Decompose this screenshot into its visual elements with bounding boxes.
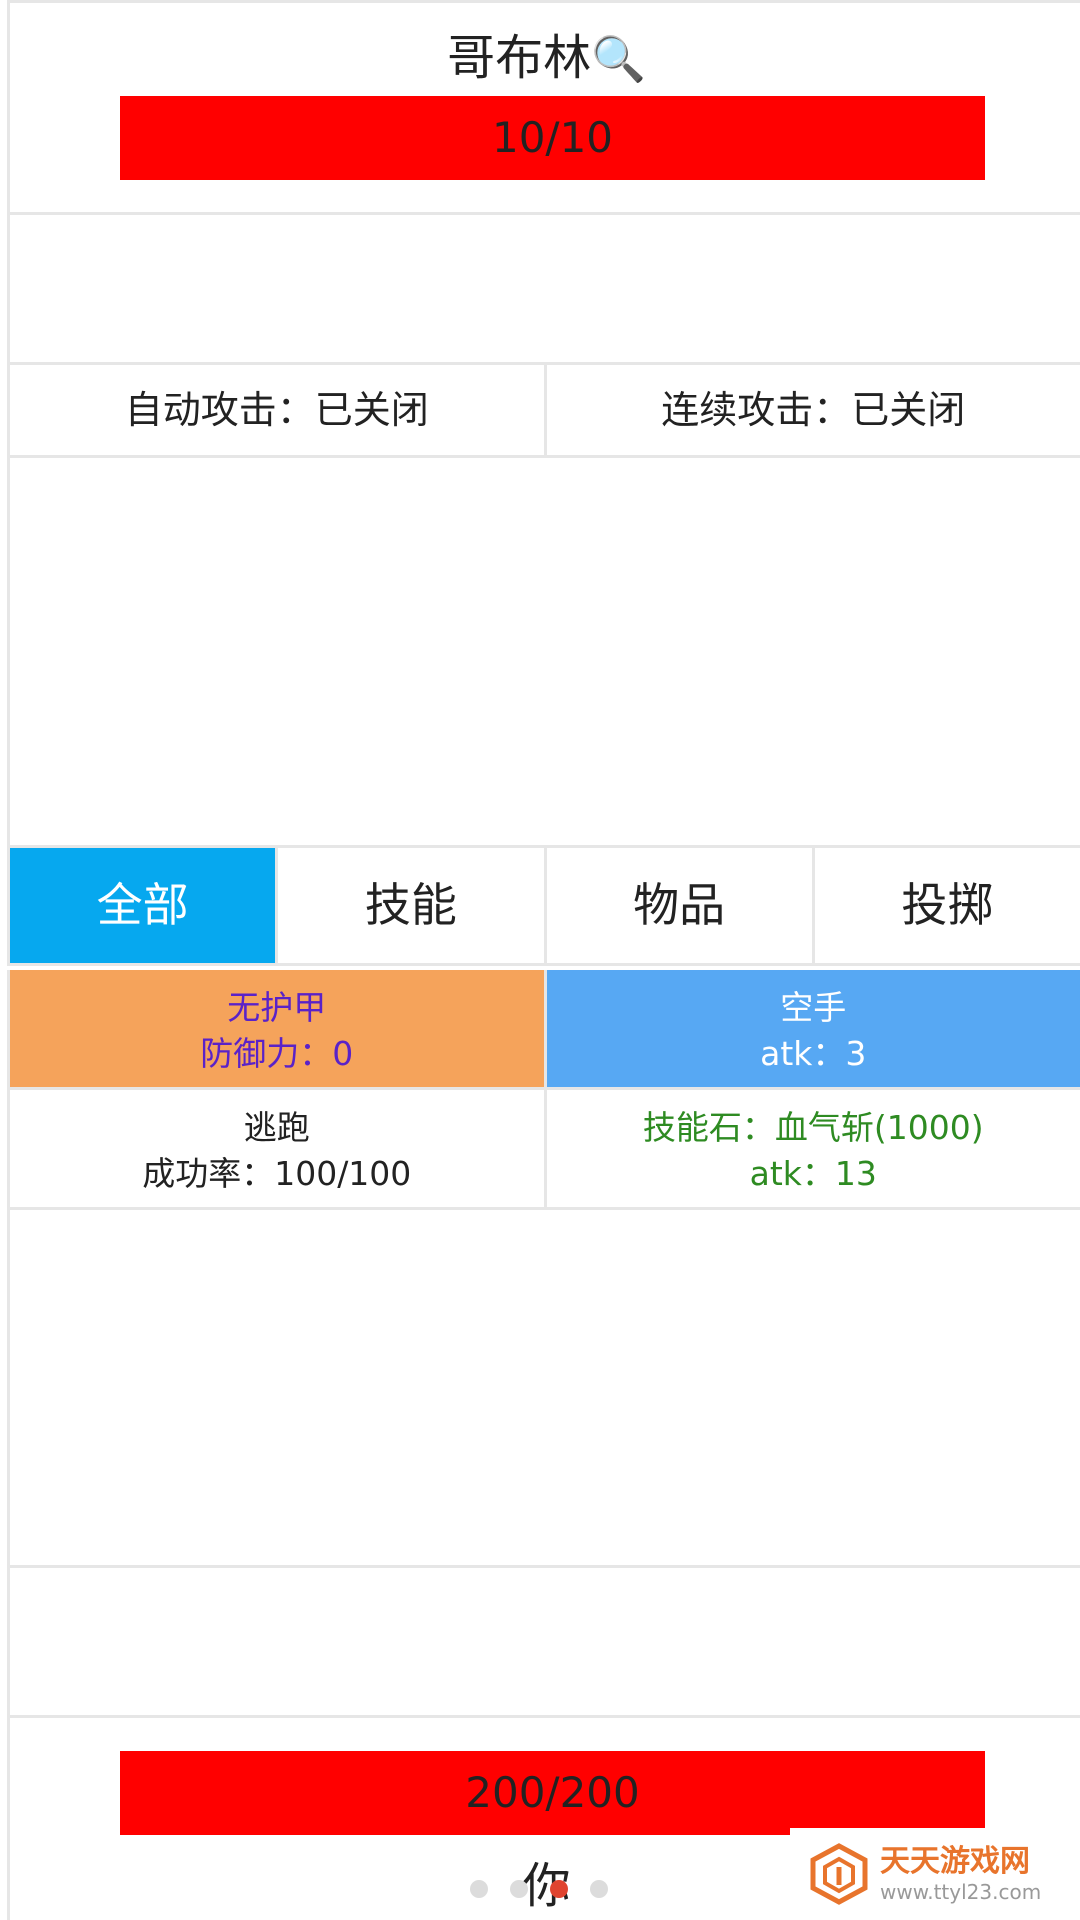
enemy-hp-bar: 10/10 xyxy=(120,96,985,180)
enemy-name: 哥布林 xyxy=(447,30,592,86)
battle-toggles: 自动攻击：已关闭 连续攻击：已关闭 xyxy=(7,365,1080,458)
page-dot[interactable] xyxy=(470,1880,488,1898)
escape-action[interactable]: 逃跑 成功率：100/100 xyxy=(10,1090,544,1207)
enemy-message-area xyxy=(7,215,1080,365)
page-dot[interactable] xyxy=(510,1880,528,1898)
tab-skills[interactable]: 技能 xyxy=(275,848,544,963)
enemy-title: 哥布林🔍 xyxy=(10,27,1080,91)
skill-stone-name: 技能石：血气斩(1000) xyxy=(642,1108,984,1147)
weapon-stat: atk：3 xyxy=(760,1034,867,1073)
watermark: 天天游戏网 www.ttyl23.com xyxy=(790,1828,1080,1920)
empty-panel xyxy=(7,1210,1080,1568)
escape-name: 逃跑 xyxy=(243,1108,310,1147)
battle-log xyxy=(7,458,1080,848)
action-tabs: 全部 技能 物品 投掷 xyxy=(7,848,1080,966)
armor-action[interactable]: 无护甲 防御力：0 xyxy=(10,970,544,1087)
skill-stone-action[interactable]: 技能石：血气斩(1000) atk：13 xyxy=(546,1090,1080,1207)
weapon-action[interactable]: 空手 atk：3 xyxy=(546,970,1080,1087)
weapon-name: 空手 xyxy=(780,988,847,1027)
player-hp-bar: 200/200 xyxy=(120,1751,985,1835)
enemy-panel: 哥布林🔍 10/10 xyxy=(7,0,1080,215)
armor-stat: 防御力：0 xyxy=(200,1034,354,1073)
site-logo-icon xyxy=(810,1843,868,1905)
page-indicator xyxy=(470,1880,608,1898)
action-grid: 无护甲 防御力：0 空手 atk：3 逃跑 成功率：100/100 技能石：血气… xyxy=(7,970,1080,1210)
tab-throw[interactable]: 投掷 xyxy=(811,848,1080,963)
watermark-url: www.ttyl23.com xyxy=(880,1880,1042,1904)
tab-items[interactable]: 物品 xyxy=(543,848,812,963)
escape-stat: 成功率：100/100 xyxy=(142,1154,412,1193)
armor-name: 无护甲 xyxy=(227,988,327,1027)
page-dot-active[interactable] xyxy=(550,1880,568,1898)
page-dot[interactable] xyxy=(590,1880,608,1898)
auto-attack-toggle[interactable]: 自动攻击：已关闭 xyxy=(10,365,544,455)
skill-stone-stat: atk：13 xyxy=(749,1154,877,1193)
watermark-title: 天天游戏网 xyxy=(880,1844,1030,1879)
watermark-text: 天天游戏网 www.ttyl23.com xyxy=(880,1844,1041,1904)
tab-all[interactable]: 全部 xyxy=(10,848,276,963)
combo-attack-toggle[interactable]: 连续攻击：已关闭 xyxy=(543,365,1080,455)
magnifier-icon[interactable]: 🔍 xyxy=(591,34,646,85)
player-message-area xyxy=(7,1568,1080,1718)
